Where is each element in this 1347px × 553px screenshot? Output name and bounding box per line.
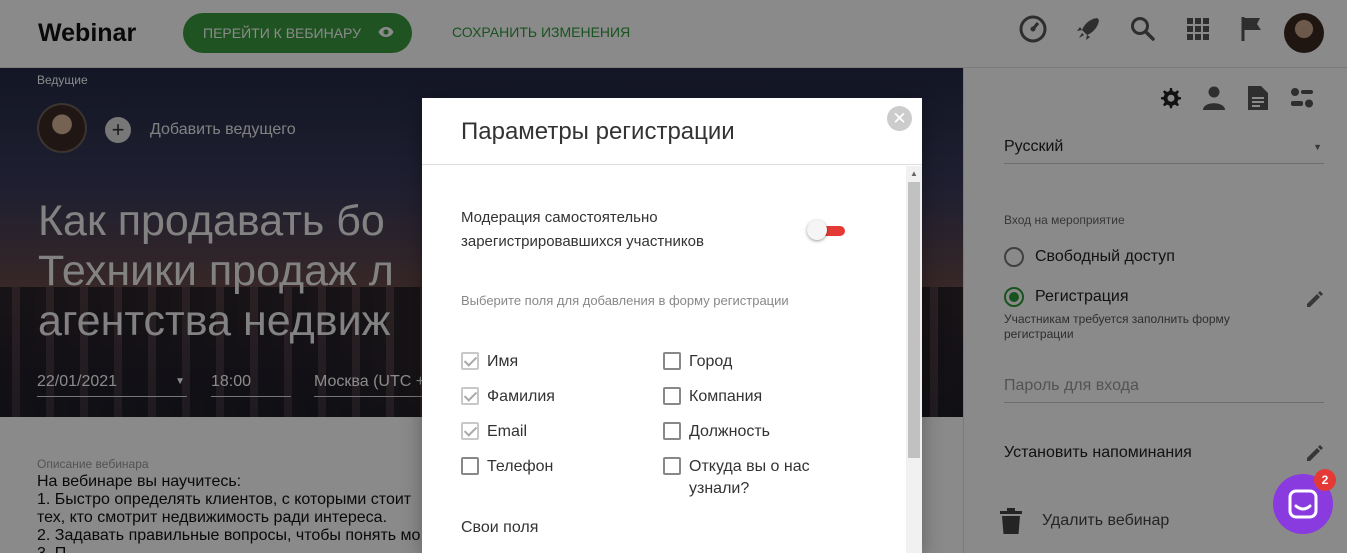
modal-body: Модерация самостоятельно зарегистрировав… — [422, 166, 922, 553]
unread-badge: 2 — [1314, 469, 1336, 491]
moderation-toggle[interactable] — [807, 220, 847, 240]
checkbox-label: Фамилия — [487, 388, 555, 405]
checkbox-label: Город — [689, 353, 733, 370]
modal-header: Параметры регистрации ✕ — [422, 98, 922, 165]
checkbox[interactable] — [461, 422, 479, 440]
field-checkbox-first-name[interactable]: Имя — [461, 351, 518, 373]
checkbox[interactable] — [461, 387, 479, 405]
scroll-up-icon[interactable]: ▲ — [910, 169, 918, 178]
chat-icon — [1288, 489, 1318, 519]
modal-scrollbar[interactable]: ▲ — [906, 166, 922, 553]
field-checkbox-source[interactable]: Откуда вы о нас узнали? — [663, 456, 823, 500]
modal-title: Параметры регистрации — [461, 118, 735, 145]
field-checkbox-company[interactable]: Компания — [663, 386, 762, 408]
field-checkbox-last-name[interactable]: Фамилия — [461, 386, 555, 408]
checkbox[interactable] — [663, 352, 681, 370]
checkbox-label: Телефон — [487, 458, 554, 475]
checkbox[interactable] — [461, 457, 479, 475]
moderation-label: Модерация самостоятельно зарегистрировав… — [461, 209, 704, 250]
checkbox[interactable] — [663, 422, 681, 440]
checkbox[interactable] — [461, 352, 479, 370]
checkbox-label: Компания — [689, 388, 763, 405]
checkbox-label: Имя — [487, 353, 519, 370]
field-checkbox-city[interactable]: Город — [663, 351, 732, 373]
close-icon[interactable]: ✕ — [887, 106, 912, 131]
scrollbar-thumb[interactable] — [908, 182, 920, 458]
checkbox[interactable] — [663, 457, 681, 475]
field-checkbox-phone[interactable]: Телефон — [461, 456, 553, 478]
field-checkbox-email[interactable]: Email — [461, 421, 527, 443]
checkbox-label: Должность — [689, 423, 770, 440]
checkbox-label: Откуда вы о нас узнали? — [689, 458, 810, 497]
fields-hint: Выберите поля для добавления в форму рег… — [461, 293, 789, 308]
field-checkbox-position[interactable]: Должность — [663, 421, 770, 443]
custom-fields-heading: Свои поля — [461, 519, 539, 536]
checkbox-label: Email — [487, 423, 528, 440]
checkbox[interactable] — [663, 387, 681, 405]
registration-settings-modal: Параметры регистрации ✕ Модерация самост… — [422, 98, 922, 553]
